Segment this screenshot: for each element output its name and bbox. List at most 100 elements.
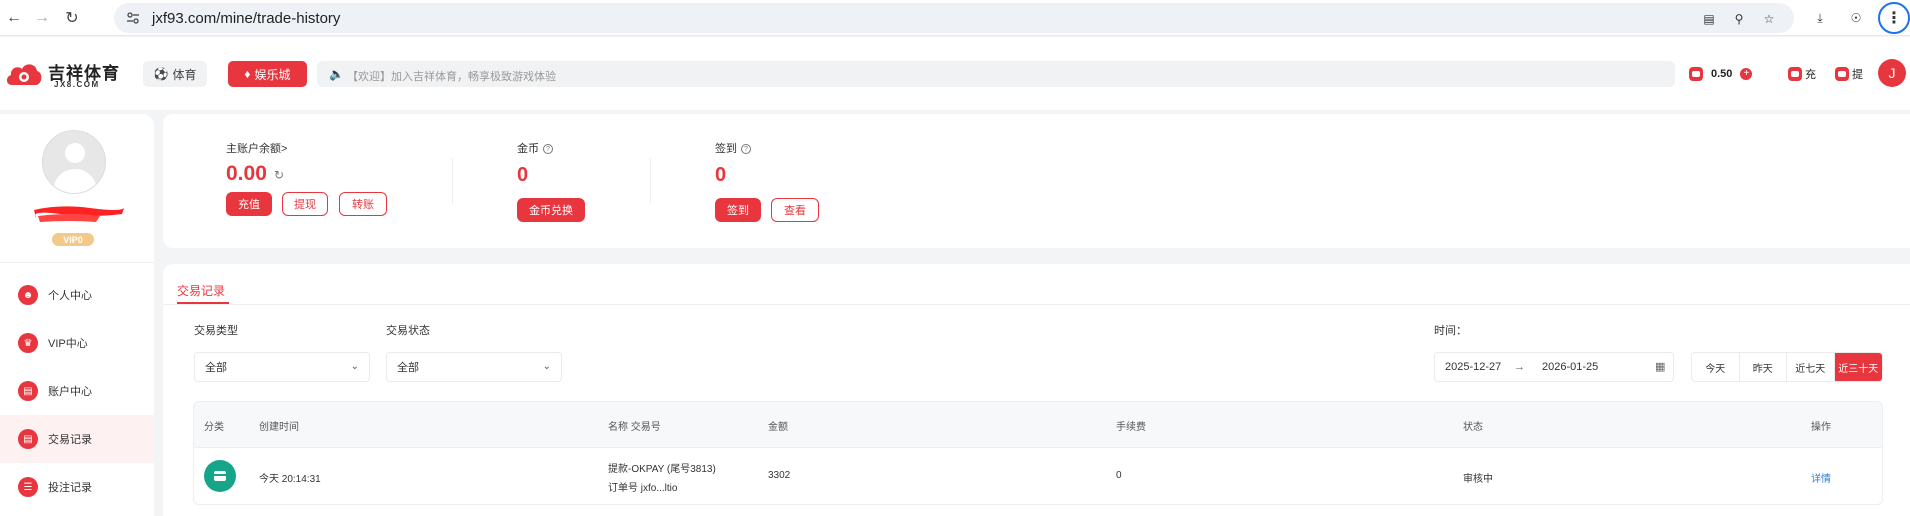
sidebar-item-label: 个人中心 [48,290,92,302]
quick-range-group: 今天 昨天 近七天 近三十天 [1691,352,1883,382]
nav-casino-button[interactable]: ♦ 娱乐城 [228,61,307,87]
user-sidebar: VIP0 ☻ 个人中心 ♛ VIP中心 ▤ 账户中心 ▤ 交易记录 ☰ 投注记录 [0,114,154,516]
header-withdraw-button[interactable]: 提 [1835,62,1863,86]
quick-range-30days[interactable]: 近三十天 [1834,353,1882,381]
calendar-icon[interactable]: ▦ [1655,360,1665,373]
transactions-table: 分类 创建时间 名称 交易号 金额 手续费 状态 操作 今天 20:14:31 … [193,401,1883,505]
col-category: 分类 [204,422,224,433]
install-app-icon[interactable]: ▤ [1700,10,1718,28]
coins-help-icon[interactable]: ? [543,144,553,155]
transaction-records-card: 交易记录 交易类型 全部 ⌄ 交易状态 全部 ⌄ 时间： 2025-12-27 … [163,264,1910,516]
transaction-status-select[interactable]: 全部 ⌄ [386,352,562,382]
row-order-number: 订单号 jxfo...ltio [608,483,678,494]
date-start[interactable]: 2025-12-27 [1445,361,1501,373]
checkin-label: 签到 [715,143,737,155]
main-balance-value: 0.00 [226,162,267,185]
date-end[interactable]: 2026-01-25 [1542,361,1598,373]
time-filter-label: 时间： [1434,325,1467,337]
filter-type-label: 交易类型 [194,325,238,337]
sidebar-item-label: 投注记录 [48,482,92,494]
avatar-body-shape [53,169,97,193]
sidebar-item-vip-center[interactable]: ♛ VIP中心 [0,319,154,367]
logo-domain: JX8.COM [54,80,100,89]
quick-range-7days[interactable]: 近七天 [1787,353,1835,381]
tab-divider [163,304,1910,305]
view-checkin-button[interactable]: 查看 [771,198,819,222]
col-action: 操作 [1811,422,1831,433]
col-status: 状态 [1463,422,1483,433]
speaker-icon: 🔈 [329,67,344,81]
vip-level-badge: VIP0 [52,233,94,246]
row-details-link[interactable]: 详情 [1811,470,1831,485]
main-balance-label[interactable]: 主账户余额> [226,140,287,156]
bet-icon: ☰ [18,477,38,497]
header-deposit-button[interactable]: 充 [1788,62,1816,86]
coin-exchange-button[interactable]: 金币兑换 [517,198,585,222]
soccer-ball-icon: ⚽ [153,67,169,81]
address-bar[interactable]: jxf93.com/mine/trade-history ▤ ⚲ ☆ [114,3,1794,33]
avatar-head-shape [65,143,85,163]
tab-transaction-records[interactable]: 交易记录 [177,282,225,299]
refresh-icon[interactable]: ↻ [274,168,284,182]
profile-icon[interactable]: ☉ [1846,8,1866,28]
announcement-text: 【欢迎】加入吉祥体育，畅享极致游戏体验 [347,71,556,83]
user-avatar[interactable]: J [1878,59,1906,87]
download-icon[interactable]: ⤓ [1810,8,1830,28]
date-range-picker[interactable]: 2025-12-27 → 2026-01-25 ▦ [1434,352,1674,382]
checkin-button[interactable]: 签到 [715,198,761,222]
profile-avatar[interactable] [42,130,106,194]
site-logo[interactable]: 吉祥体育 JX8.COM [4,57,124,91]
sidebar-item-account-center[interactable]: ▤ 账户中心 [0,367,154,415]
coins-value: 0 [517,164,529,186]
url-text[interactable]: jxf93.com/mine/trade-history [152,10,340,27]
coins-label-wrap: 金币? [517,140,553,156]
withdraw-icon [1835,67,1849,81]
redacted-username [34,206,124,222]
forward-icon[interactable]: → [30,6,54,30]
row-fee: 0 [1116,470,1122,481]
sidebar-item-personal-center[interactable]: ☻ 个人中心 [0,271,154,319]
row-amount: 3302 [768,470,791,481]
nav-sports-button[interactable]: ⚽ 体育 [143,61,207,87]
back-icon[interactable]: ← [2,6,26,30]
site-settings-icon[interactable] [126,11,140,25]
sidebar-item-bet-records[interactable]: ☰ 投注记录 [0,463,154,511]
balance-value: 0.50 [1711,68,1733,80]
wallet-icon: ▤ [18,381,38,401]
announcement-bar[interactable]: 🔈 【欢迎】加入吉祥体育，畅享极致游戏体验 [317,61,1675,87]
add-funds-icon[interactable]: + [1740,68,1753,80]
browser-menu-icon[interactable]: ⋮ [1878,2,1910,34]
checkin-help-icon[interactable]: ? [741,144,751,155]
zoom-icon[interactable]: ⚲ [1730,10,1748,28]
reload-icon[interactable]: ↻ [60,6,84,30]
user-icon: ☻ [18,285,38,305]
header-withdraw-label: 提 [1852,69,1863,81]
logo-cloud-icon [6,64,42,85]
deposit-button[interactable]: 充值 [226,192,272,216]
quick-range-today[interactable]: 今天 [1692,353,1740,381]
sidebar-item-label: VIP中心 [48,338,88,350]
wallet-icon [1689,67,1703,81]
withdraw-category-icon [204,460,236,492]
transaction-type-value: 全部 [205,362,227,374]
deposit-icon [1788,67,1802,81]
quick-range-yesterday[interactable]: 昨天 [1740,353,1787,381]
records-icon: ▤ [18,429,38,449]
withdraw-button[interactable]: 提现 [282,192,328,216]
transfer-button[interactable]: 转账 [339,192,387,216]
bookmark-star-icon[interactable]: ☆ [1760,10,1778,28]
col-name-txid: 名称 交易号 [608,422,661,433]
chevron-down-icon: ⌄ [542,361,551,372]
header-deposit-label: 充 [1805,69,1816,81]
transaction-type-select[interactable]: 全部 ⌄ [194,352,370,382]
stats-divider [650,158,651,204]
nav-sports-label: 体育 [172,67,197,82]
account-summary-card: 主账户余额> 0.00 ↻ 充值 提现 转账 金币? 0 金币兑换 签到? 0 … [163,114,1910,248]
nav-casino-label: 娱乐城 [254,67,291,82]
chevron-down-icon: ⌄ [350,361,359,372]
sidebar-item-transaction-records[interactable]: ▤ 交易记录 [0,415,154,463]
crown-icon: ♛ [18,333,38,353]
stats-divider [452,158,453,204]
header-balance: 0.50 + [1689,62,1753,86]
row-name: 提款-OKPAY (尾号3813) [608,464,716,475]
